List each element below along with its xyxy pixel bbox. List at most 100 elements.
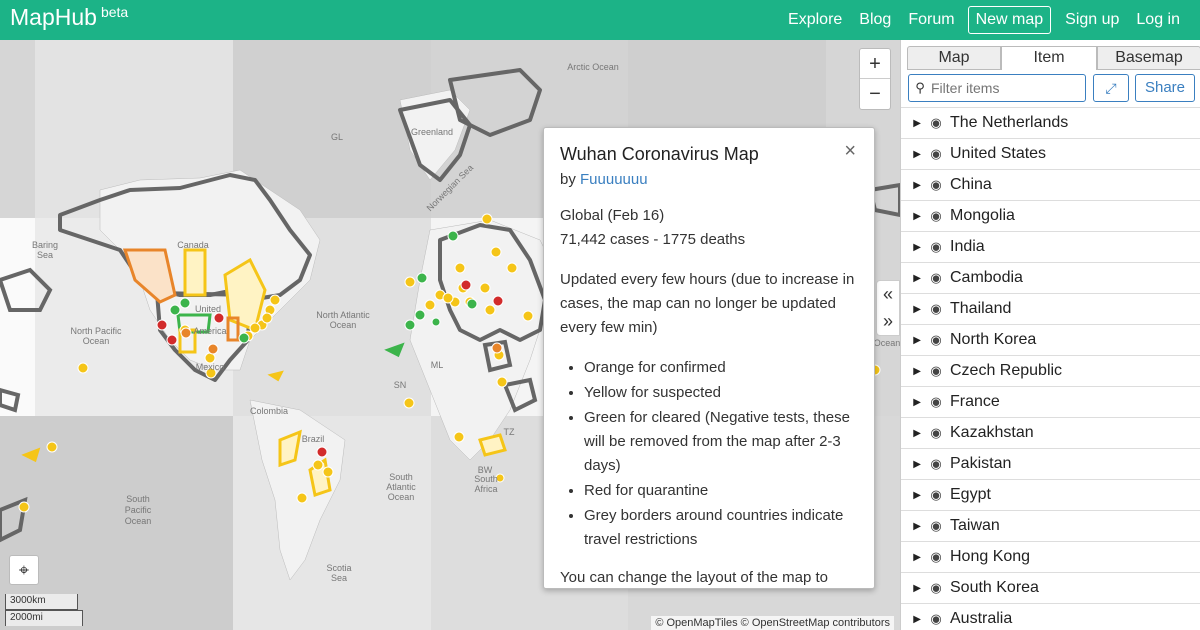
nav-login[interactable]: Log in — [1128, 6, 1188, 34]
label-satl3: Ocean — [388, 492, 415, 502]
list-item[interactable]: ▶ ◉ Czech Republic — [901, 356, 1200, 387]
list-item[interactable]: ▶ ◉ South Korea — [901, 573, 1200, 604]
close-icon[interactable]: × — [844, 140, 856, 163]
sidebar-toggle: « » — [876, 280, 900, 336]
list-item[interactable]: ▶ ◉ Taiwan — [901, 511, 1200, 542]
tab-basemap[interactable]: Basemap — [1097, 46, 1200, 70]
expand-triangle-icon[interactable]: ▶ — [901, 459, 925, 470]
expand-triangle-icon[interactable]: ▶ — [901, 180, 925, 191]
label-gl: GL — [331, 132, 343, 142]
expand-triangle-icon[interactable]: ▶ — [901, 397, 925, 408]
expand-triangle-icon[interactable]: ▶ — [901, 428, 925, 439]
label-scotia2: Sea — [331, 573, 347, 583]
main-nav: Explore Blog Forum New map Sign up Log i… — [779, 6, 1188, 34]
map-attribution[interactable]: © OpenMapTiles © OpenStreetMap contribut… — [651, 616, 894, 630]
list-item[interactable]: ▶ ◉ North Korea — [901, 325, 1200, 356]
label-npac2: Ocean — [83, 336, 110, 346]
eye-icon[interactable]: ◉ — [925, 394, 947, 410]
share-button[interactable]: Share — [1135, 74, 1195, 102]
list-item[interactable]: ▶ ◉ India — [901, 232, 1200, 263]
list-item[interactable]: ▶ ◉ The Netherlands — [901, 108, 1200, 139]
eye-icon[interactable]: ◉ — [925, 549, 947, 565]
list-item[interactable]: ▶ ◉ Pakistan — [901, 449, 1200, 480]
eye-icon[interactable]: ◉ — [925, 363, 947, 379]
list-item[interactable]: ▶ ◉ United States — [901, 139, 1200, 170]
eye-icon[interactable]: ◉ — [925, 115, 947, 131]
legend-item: Green for cleared (Negative tests, these… — [584, 406, 859, 478]
expand-button[interactable]: ⤢ — [1093, 74, 1129, 102]
label-natl2: Ocean — [330, 320, 357, 330]
eye-icon[interactable]: ◉ — [925, 239, 947, 255]
eye-icon[interactable]: ◉ — [925, 611, 947, 627]
eye-icon[interactable]: ◉ — [925, 146, 947, 162]
label-satl1: South — [389, 472, 413, 482]
nav-forum[interactable]: Forum — [900, 6, 962, 34]
eye-icon[interactable]: ◉ — [925, 456, 947, 472]
label-spac3: Ocean — [125, 516, 152, 526]
top-navbar: MapHub beta Explore Blog Forum New map Si… — [0, 0, 1200, 40]
expand-triangle-icon[interactable]: ▶ — [901, 614, 925, 625]
eye-icon[interactable]: ◉ — [925, 425, 947, 441]
filter-input[interactable] — [931, 80, 1081, 96]
expand-triangle-icon[interactable]: ▶ — [901, 335, 925, 346]
nav-explore[interactable]: Explore — [780, 6, 850, 34]
eye-icon[interactable]: ◉ — [925, 518, 947, 534]
label-mexico: Mexico — [196, 362, 225, 372]
collapse-left-icon[interactable]: « — [877, 281, 899, 308]
label-sn: SN — [394, 380, 407, 390]
expand-triangle-icon[interactable]: ▶ — [901, 118, 925, 129]
label-ml: ML — [431, 360, 444, 370]
zoom-in-button[interactable]: + — [860, 49, 890, 79]
label-arctic: Arctic Ocean — [567, 62, 619, 72]
expand-triangle-icon[interactable]: ▶ — [901, 149, 925, 160]
list-item[interactable]: ▶ ◉ Kazakhstan — [901, 418, 1200, 449]
eye-icon[interactable]: ◉ — [925, 208, 947, 224]
expand-triangle-icon[interactable]: ▶ — [901, 490, 925, 501]
list-item[interactable]: ▶ ◉ Egypt — [901, 480, 1200, 511]
expand-triangle-icon[interactable]: ▶ — [901, 242, 925, 253]
eye-icon[interactable]: ◉ — [925, 580, 947, 596]
label-safrica2: Africa — [474, 484, 497, 494]
filter-field[interactable]: ⚲ — [908, 74, 1086, 102]
expand-triangle-icon[interactable]: ▶ — [901, 366, 925, 377]
expand-triangle-icon[interactable]: ▶ — [901, 552, 925, 563]
list-item[interactable]: ▶ ◉ Thailand — [901, 294, 1200, 325]
search-icon: ⚲ — [915, 80, 925, 95]
label-greenland: Greenland — [411, 127, 453, 137]
list-item[interactable]: ▶ ◉ China — [901, 170, 1200, 201]
eye-icon[interactable]: ◉ — [925, 487, 947, 503]
map-canvas[interactable]: Arctic Ocean Greenland GL Canada United … — [0, 40, 900, 630]
label-canada: Canada — [177, 240, 209, 250]
nav-blog[interactable]: Blog — [851, 6, 899, 34]
expand-triangle-icon[interactable]: ▶ — [901, 304, 925, 315]
list-item[interactable]: ▶ ◉ Cambodia — [901, 263, 1200, 294]
list-item[interactable]: ▶ ◉ Hong Kong — [901, 542, 1200, 573]
label-america: America — [193, 326, 226, 336]
expand-triangle-icon[interactable]: ▶ — [901, 521, 925, 532]
zoom-out-button[interactable]: − — [860, 79, 890, 109]
label-colombia: Colombia — [250, 406, 288, 416]
eye-icon[interactable]: ◉ — [925, 301, 947, 317]
brand-logo[interactable]: MapHub beta — [10, 4, 128, 31]
eye-icon[interactable]: ◉ — [925, 177, 947, 193]
list-item[interactable]: ▶ ◉ France — [901, 387, 1200, 418]
collapse-right-icon[interactable]: » — [877, 308, 899, 335]
locate-button[interactable]: ⌖ — [9, 555, 39, 585]
author-link[interactable]: Fuuuuuuu — [580, 171, 648, 188]
expand-triangle-icon[interactable]: ▶ — [901, 583, 925, 594]
expand-triangle-icon[interactable]: ▶ — [901, 273, 925, 284]
label-united: United — [195, 304, 221, 314]
nav-signup[interactable]: Sign up — [1057, 6, 1127, 34]
label-satl2: Atlantic — [386, 482, 416, 492]
new-map-button[interactable]: New map — [967, 6, 1052, 34]
eye-icon[interactable]: ◉ — [925, 332, 947, 348]
label-brazil: Brazil — [302, 434, 325, 444]
tab-map[interactable]: Map — [907, 46, 1001, 70]
tab-item[interactable]: Item — [1001, 46, 1097, 70]
popup-summary: Global (Feb 16) 71,442 cases - 1775 deat… — [560, 207, 746, 248]
eye-icon[interactable]: ◉ — [925, 270, 947, 286]
list-item[interactable]: ▶ ◉ Australia — [901, 604, 1200, 630]
scale-mi: 2000mi — [5, 610, 83, 626]
list-item[interactable]: ▶ ◉ Mongolia — [901, 201, 1200, 232]
expand-triangle-icon[interactable]: ▶ — [901, 211, 925, 222]
